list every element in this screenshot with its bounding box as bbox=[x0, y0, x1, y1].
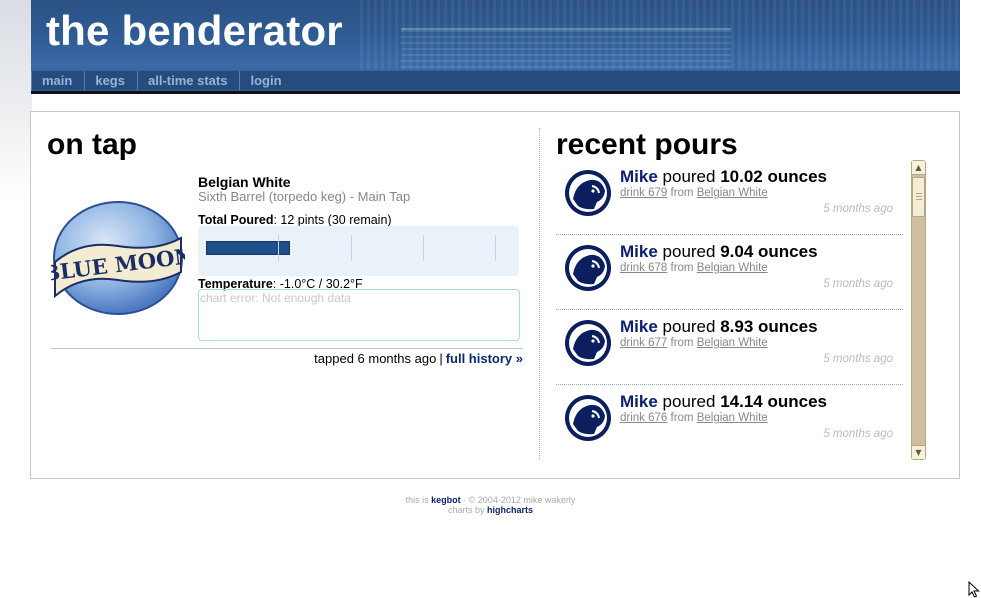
nav-main[interactable]: main bbox=[31, 71, 84, 90]
pour-verb: poured bbox=[662, 167, 716, 186]
pour-item: Mike poured 10.02 ounces drink 679 from … bbox=[556, 160, 903, 235]
nav-login[interactable]: login bbox=[239, 71, 293, 90]
tap-footer: tapped 6 months ago | full history » bbox=[314, 351, 523, 366]
footer-line-2: charts by highcharts bbox=[0, 505, 981, 515]
footer-charts-text: charts by bbox=[447, 505, 487, 515]
meter-tick bbox=[423, 235, 424, 261]
drink-link[interactable]: drink 676 bbox=[620, 412, 667, 424]
pour-item: Mike poured 9.04 ounces drink 678 from B… bbox=[556, 235, 903, 310]
pour-details: drink 679 from Belgian White bbox=[620, 187, 768, 199]
pour-time: 5 months ago bbox=[823, 278, 893, 290]
tapped-time: tapped 6 months ago bbox=[314, 351, 437, 366]
main-panel: on tap recent pours BLUE MOON Belgian Wh… bbox=[30, 111, 960, 479]
footer-line-1: this is kegbot · © 2004-2012 mike wakerl… bbox=[0, 495, 981, 505]
drink-link[interactable]: drink 679 bbox=[620, 187, 667, 199]
pour-item: Mike poured 14.14 ounces drink 676 from … bbox=[556, 385, 903, 458]
beer-link[interactable]: Belgian White bbox=[697, 262, 768, 274]
meter-tick bbox=[278, 235, 279, 261]
tap-divider bbox=[51, 348, 523, 349]
highcharts-link[interactable]: highcharts bbox=[487, 505, 533, 515]
from-label: from bbox=[670, 187, 694, 199]
pour-headline: Mike poured 14.14 ounces bbox=[620, 392, 827, 412]
footer-copyright: · © 2004-2012 mike wakerly bbox=[460, 495, 576, 505]
pour-amount: 10.02 ounces bbox=[720, 167, 827, 186]
pour-time: 5 months ago bbox=[823, 353, 893, 365]
from-label: from bbox=[670, 262, 694, 274]
mouse-cursor-icon bbox=[968, 581, 980, 598]
pour-user-link[interactable]: Mike bbox=[620, 392, 658, 411]
footer-text: this is bbox=[405, 495, 432, 505]
total-poured: Total Poured: 12 pints (30 remain) bbox=[198, 213, 392, 227]
chart-error-text: chart error: Not enough data bbox=[200, 291, 351, 305]
pour-item: Mike poured 8.93 ounces drink 677 from B… bbox=[556, 310, 903, 385]
drink-link[interactable]: drink 677 bbox=[620, 337, 667, 349]
scroll-thumb[interactable] bbox=[912, 177, 925, 217]
beer-link[interactable]: Belgian White bbox=[697, 412, 768, 424]
blue-moon-logo: BLUE MOON bbox=[51, 201, 185, 315]
banner-divider bbox=[31, 91, 960, 94]
pour-amount: 8.93 ounces bbox=[720, 317, 818, 336]
pour-details: drink 677 from Belgian White bbox=[620, 337, 768, 349]
pour-headline: Mike poured 8.93 ounces bbox=[620, 317, 818, 337]
drink-link[interactable]: drink 678 bbox=[620, 262, 667, 274]
main-nav: main kegs all-time stats login bbox=[31, 70, 960, 90]
pour-user-link[interactable]: Mike bbox=[620, 317, 658, 336]
meter-tick bbox=[495, 235, 496, 261]
pour-headline: Mike poured 9.04 ounces bbox=[620, 242, 818, 262]
temperature-chart: chart error: Not enough data bbox=[198, 289, 520, 341]
scroll-down-arrow-icon[interactable]: ▼ bbox=[912, 445, 925, 459]
nav-kegs[interactable]: kegs bbox=[84, 71, 137, 90]
nittany-lion-avatar-icon[interactable] bbox=[564, 394, 612, 442]
pour-amount: 9.04 ounces bbox=[720, 242, 818, 261]
pours-scrollbar[interactable]: ▲ ▼ bbox=[911, 160, 926, 460]
page-footer: this is kegbot · © 2004-2012 mike wakerl… bbox=[0, 495, 981, 515]
stadium-stands bbox=[401, 28, 731, 68]
site-title[interactable]: the benderator bbox=[46, 7, 343, 55]
nittany-lion-avatar-icon[interactable] bbox=[564, 169, 612, 217]
pour-details: drink 676 from Belgian White bbox=[620, 412, 768, 424]
from-label: from bbox=[670, 412, 694, 424]
pour-verb: poured bbox=[662, 317, 716, 336]
pour-user-link[interactable]: Mike bbox=[620, 167, 658, 186]
separator: | bbox=[439, 351, 443, 366]
pour-amount: 14.14 ounces bbox=[720, 392, 827, 411]
recent-pours-list: Mike poured 10.02 ounces drink 679 from … bbox=[556, 160, 903, 458]
keg-level-meter bbox=[198, 226, 519, 276]
beer-name[interactable]: Belgian White bbox=[198, 174, 291, 190]
pour-verb: poured bbox=[662, 392, 716, 411]
kegbot-link[interactable]: kegbot bbox=[431, 495, 461, 505]
from-label: from bbox=[670, 337, 694, 349]
background-fade bbox=[0, 0, 32, 200]
pour-verb: poured bbox=[662, 242, 716, 261]
pour-time: 5 months ago bbox=[823, 428, 893, 440]
beer-link[interactable]: Belgian White bbox=[697, 337, 768, 349]
nav-all-time-stats[interactable]: all-time stats bbox=[136, 71, 239, 90]
pour-time: 5 months ago bbox=[823, 203, 893, 215]
keg-description: Sixth Barrel (torpedo keg) - Main Tap bbox=[198, 189, 411, 204]
column-divider bbox=[539, 128, 540, 460]
beer-link[interactable]: Belgian White bbox=[697, 187, 768, 199]
scroll-up-arrow-icon[interactable]: ▲ bbox=[912, 161, 925, 175]
recent-pours-heading: recent pours bbox=[556, 128, 738, 161]
total-poured-value: : 12 pints (30 remain) bbox=[273, 213, 392, 227]
full-history-link[interactable]: full history » bbox=[446, 351, 523, 366]
nittany-lion-avatar-icon[interactable] bbox=[564, 319, 612, 367]
header-banner: the benderator main kegs all-time stats … bbox=[31, 0, 960, 93]
total-poured-label: Total Poured bbox=[198, 213, 274, 227]
meter-tick bbox=[351, 235, 352, 261]
pour-headline: Mike poured 10.02 ounces bbox=[620, 167, 827, 187]
pour-user-link[interactable]: Mike bbox=[620, 242, 658, 261]
on-tap-heading: on tap bbox=[47, 128, 137, 161]
pour-details: drink 678 from Belgian White bbox=[620, 262, 768, 274]
nittany-lion-avatar-icon[interactable] bbox=[564, 244, 612, 292]
